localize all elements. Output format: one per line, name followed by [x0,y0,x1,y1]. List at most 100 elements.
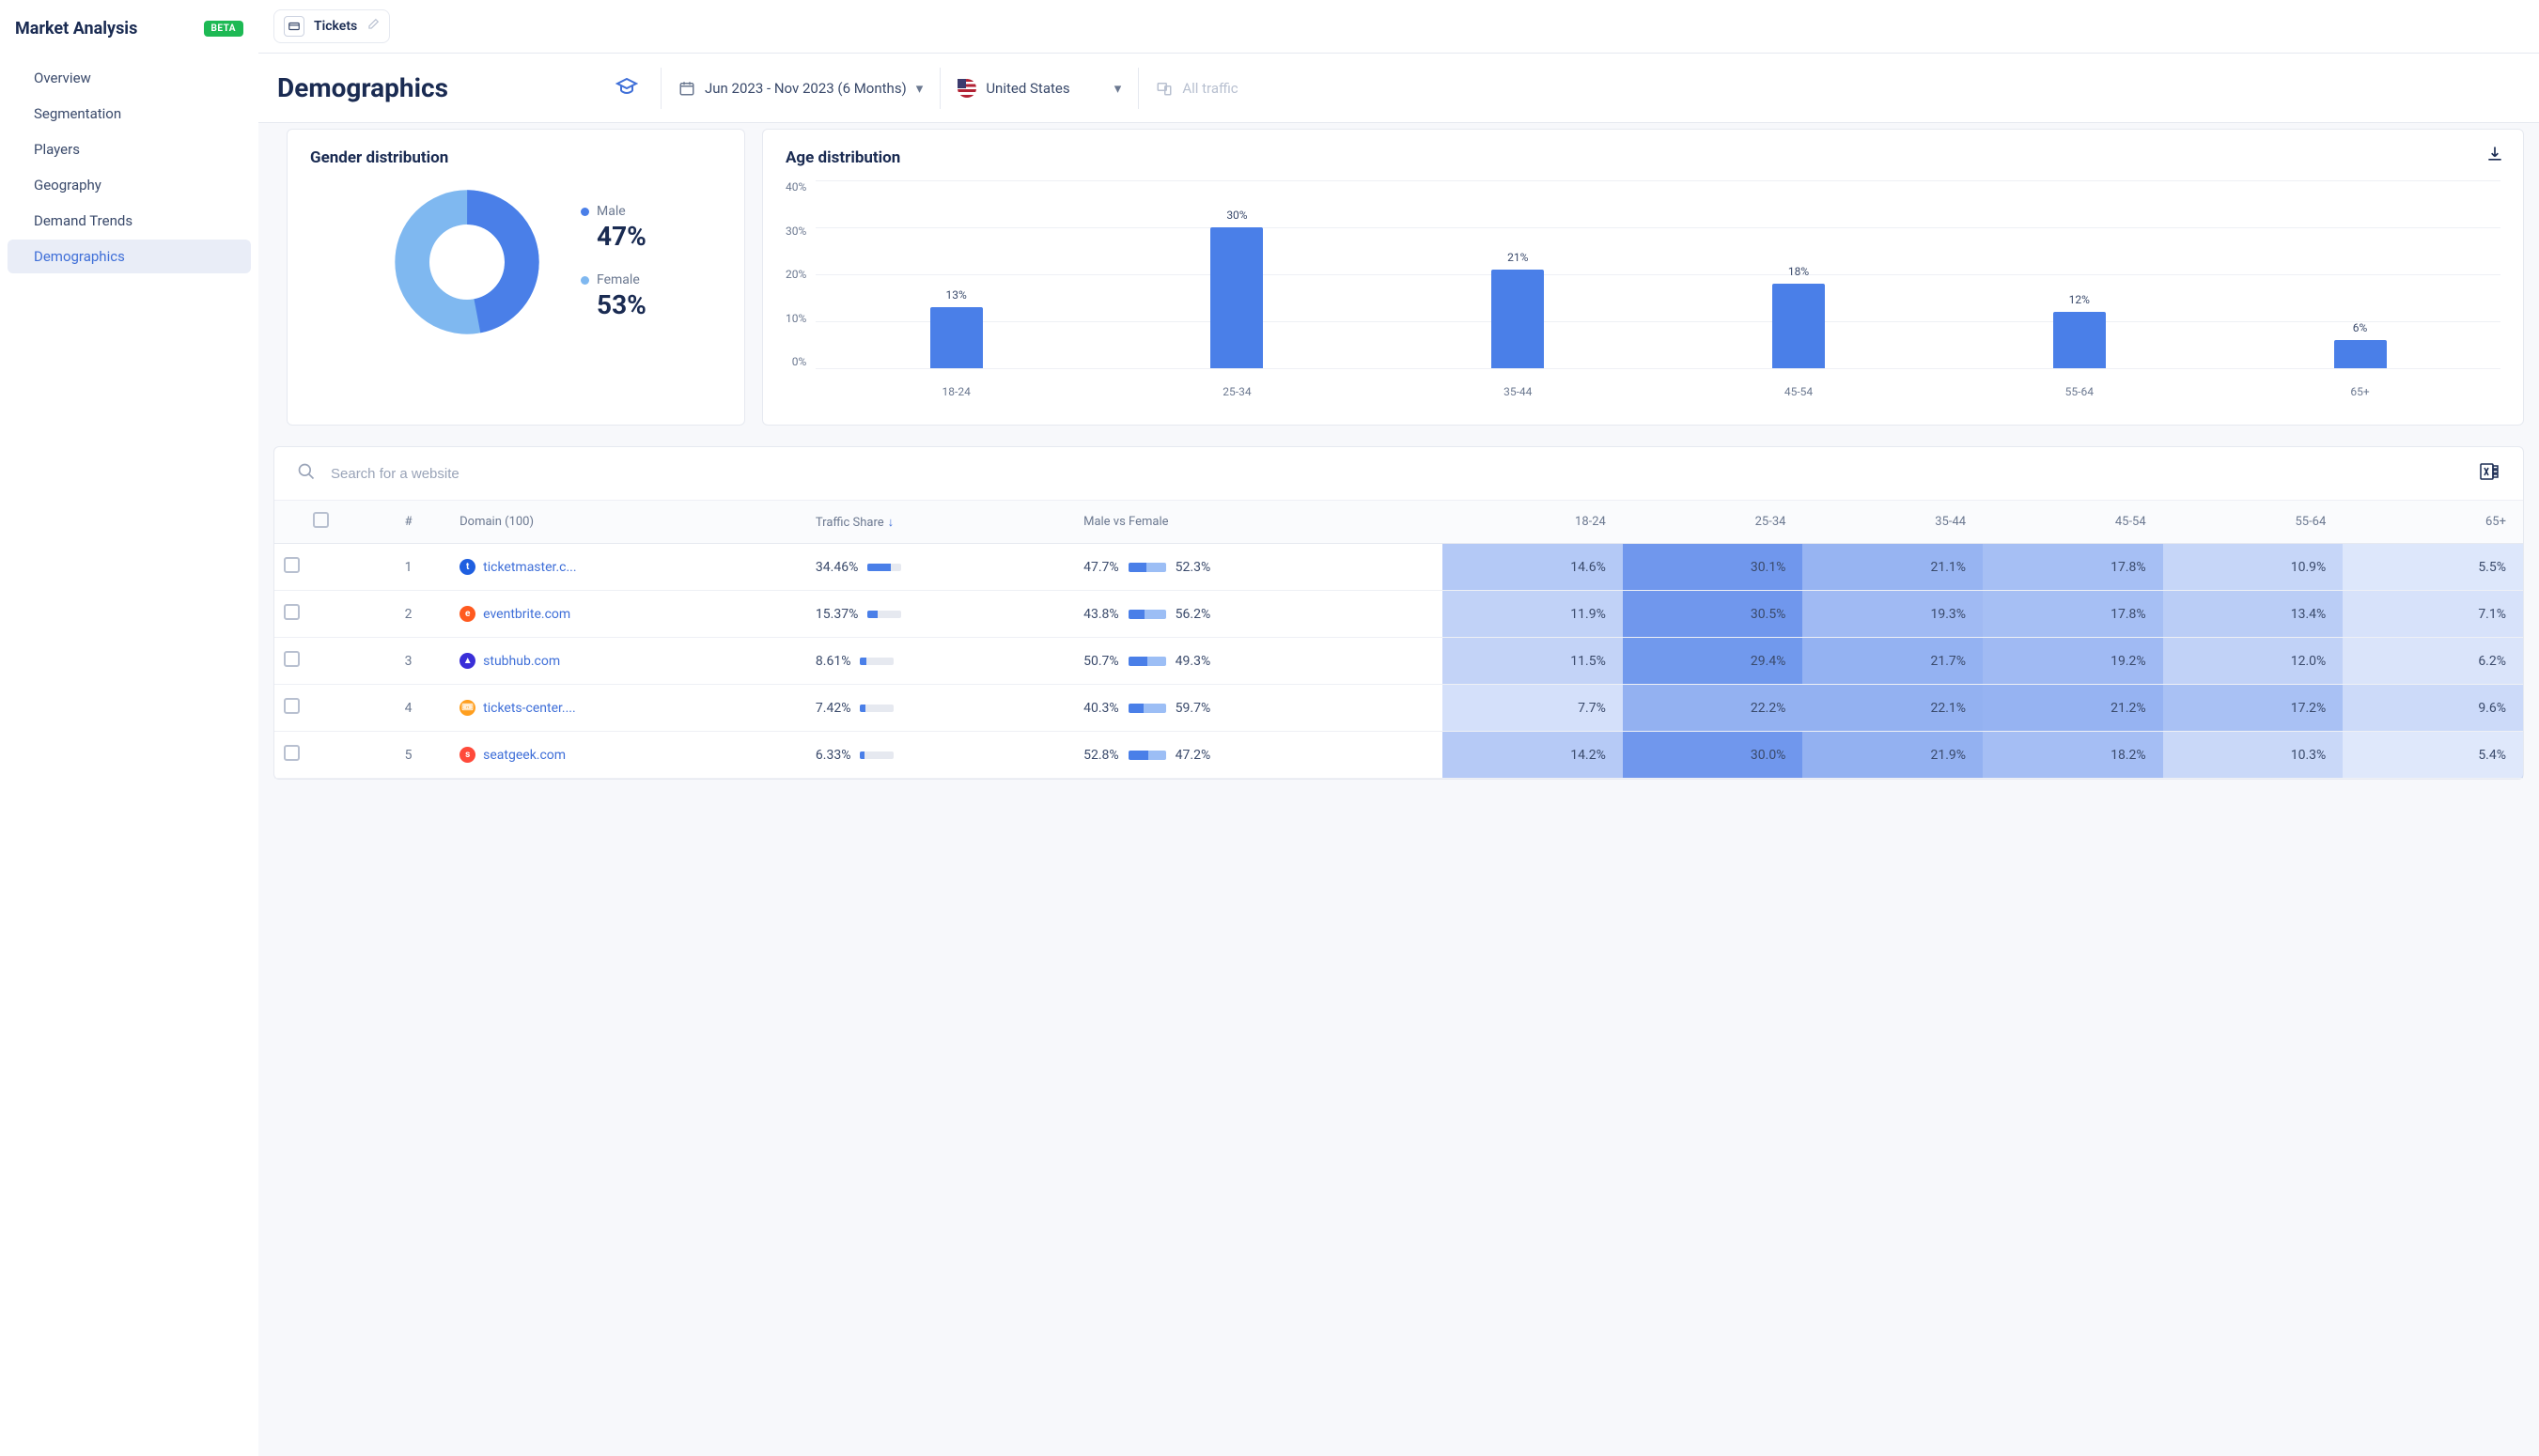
nav-item-overview[interactable]: Overview [8,61,251,95]
date-range-picker[interactable]: Jun 2023 - Nov 2023 (6 Months) ▾ [662,80,940,97]
row-number: 1 [366,544,450,591]
header-row: Demographics Jun 2023 - Nov 2023 (6 Mont… [258,54,2539,123]
domain-link[interactable]: stubhub.com [483,654,560,669]
col-45-54[interactable]: 45-54 [1983,501,2163,544]
favicon: 🎟 [460,700,475,716]
search-input[interactable] [331,466,2478,482]
export-excel-icon[interactable] [2478,460,2500,487]
row-checkbox[interactable] [284,698,300,714]
table-row: 5sseatgeek.com6.33%52.8%47.2%14.2%30.0%2… [274,732,2523,779]
domain-link[interactable]: tickets-center.... [483,701,576,716]
age-card: Age distribution 40%30%20%10%0% 13%30%21… [762,129,2524,426]
female-pct: 56.2% [1176,607,1211,622]
col-18-24[interactable]: 18-24 [1442,501,1623,544]
country-picker[interactable]: United States ▾ [941,79,1138,98]
domain-link[interactable]: eventbrite.com [483,607,570,622]
col-male-vs-female[interactable]: Male vs Female [1074,501,1442,544]
bar-65+: 6% [2328,321,2393,368]
pencil-icon[interactable] [366,18,380,35]
row-checkbox[interactable] [284,651,300,667]
traffic-share-value: 34.46% [816,560,858,575]
favicon: e [460,606,475,622]
traffic-filter: All traffic [1139,80,1254,97]
select-all-checkbox[interactable] [313,512,329,528]
sidebar: Market Analysis BETA OverviewSegmentatio… [0,0,258,1456]
age-cell: 21.9% [1802,732,1983,779]
age-cell: 29.4% [1623,638,1803,685]
download-icon[interactable] [2485,145,2504,167]
col-35-44[interactable]: 35-44 [1802,501,1983,544]
nav-item-demographics[interactable]: Demographics [8,240,251,273]
row-checkbox[interactable] [284,604,300,620]
age-cell: 7.1% [2343,591,2523,638]
col-traffic-share[interactable]: Traffic Share↓ [806,501,1074,544]
row-number: 2 [366,591,450,638]
age-cell: 9.6% [2343,685,2523,732]
nav-item-demand-trends[interactable]: Demand Trends [8,204,251,238]
nav-list: OverviewSegmentationPlayersGeographyDema… [0,55,258,281]
col-55-64[interactable]: 55-64 [2163,501,2344,544]
bar-45-54: 18% [1766,265,1831,368]
row-checkbox[interactable] [284,745,300,761]
row-number: 3 [366,638,450,685]
female-pct: 47.2% [1176,748,1211,763]
col-number[interactable]: # [366,501,450,544]
chevron-down-icon: ▾ [916,80,924,97]
col-domain[interactable]: Domain (100) [450,501,806,544]
traffic-share-bar [860,658,894,665]
page-title: Demographics [273,72,593,103]
age-cell: 21.7% [1802,638,1983,685]
age-cell: 5.5% [2343,544,2523,591]
search-icon [297,462,316,485]
traffic-share-bar [860,751,894,759]
mvf-bar [1129,610,1166,619]
favicon: t [460,559,475,575]
traffic-share-bar [867,564,901,571]
mvf-bar [1129,751,1166,760]
gender-title: Gender distribution [310,148,722,167]
graduation-icon[interactable] [593,75,661,101]
age-bar-chart: 40%30%20%10%0% 13%30%21%18%12%6% 18-2425… [786,180,2500,406]
age-cell: 10.3% [2163,732,2344,779]
domain-link[interactable]: seatgeek.com [483,748,566,763]
legend-female: Female 53% [581,272,646,320]
market-tab-tickets[interactable]: Tickets [273,9,390,43]
mvf-bar [1129,563,1166,572]
age-cell: 5.4% [2343,732,2523,779]
age-cell: 22.1% [1802,685,1983,732]
age-cell: 17.8% [1983,544,2163,591]
tab-label: Tickets [314,19,357,34]
favicon: s [460,747,475,763]
age-cell: 30.5% [1623,591,1803,638]
row-number: 5 [366,732,450,779]
table-row: 3▲stubhub.com8.61%50.7%49.3%11.5%29.4%21… [274,638,2523,685]
age-cell: 17.8% [1983,591,2163,638]
devices-icon [1156,80,1173,97]
traffic-share-value: 8.61% [816,654,851,669]
sidebar-title: Market Analysis [15,19,137,39]
chevron-down-icon: ▾ [1114,80,1122,97]
age-cell: 19.2% [1983,638,2163,685]
age-cell: 22.2% [1623,685,1803,732]
female-pct: 59.7% [1176,701,1211,716]
favicon: ▲ [460,653,475,669]
nav-item-segmentation[interactable]: Segmentation [8,97,251,131]
row-number: 4 [366,685,450,732]
domain-link[interactable]: ticketmaster.c... [483,560,576,575]
bar-55-64: 12% [2047,293,2112,368]
age-title: Age distribution [786,148,2500,167]
row-checkbox[interactable] [284,557,300,573]
bar-35-44: 21% [1485,251,1550,368]
nav-item-geography[interactable]: Geography [8,168,251,202]
age-cell: 13.4% [2163,591,2344,638]
age-cell: 14.6% [1442,544,1623,591]
traffic-share-bar [860,705,894,712]
male-pct: 52.8% [1083,748,1119,763]
col-25-34[interactable]: 25-34 [1623,501,1803,544]
age-cell: 10.9% [2163,544,2344,591]
female-pct: 49.3% [1176,654,1211,669]
traffic-share-value: 6.33% [816,748,851,763]
bar-18-24: 13% [924,288,989,368]
nav-item-players[interactable]: Players [8,132,251,166]
col-65[interactable]: 65+ [2343,501,2523,544]
